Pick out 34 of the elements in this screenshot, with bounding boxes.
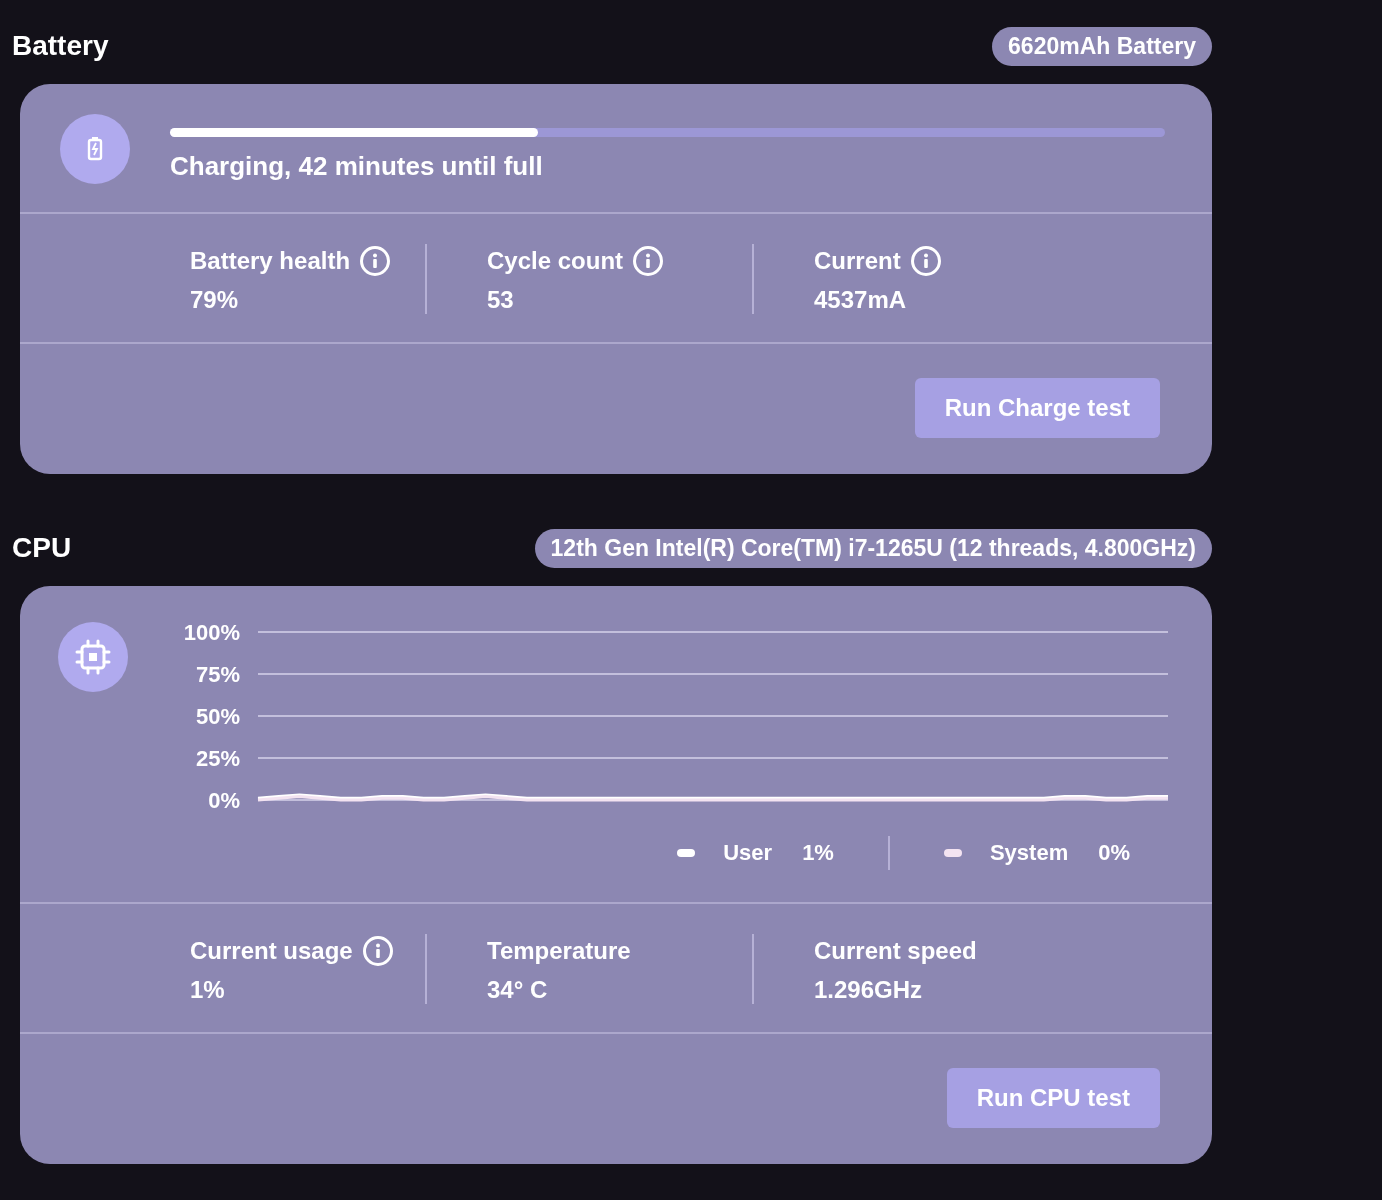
stat-label: Temperature <box>487 937 631 965</box>
info-icon[interactable] <box>910 246 941 276</box>
info-icon[interactable] <box>633 246 664 276</box>
run-test-button[interactable]: Run Charge test <box>914 378 1160 438</box>
info-chip: 6620mAh Battery <box>992 26 1212 66</box>
y-axis-label: 50% <box>195 704 240 729</box>
stat-label: Current usage <box>190 937 353 965</box>
run-test-button[interactable]: Run CPU test <box>946 1068 1160 1128</box>
stat-value: 4537mA <box>814 286 908 314</box>
section-title: Battery <box>12 30 109 62</box>
battery-icon <box>60 114 130 184</box>
stat-label: Current <box>814 247 901 275</box>
section-title: CPU <box>12 532 72 564</box>
chip-icon <box>58 622 128 692</box>
charge-status: Charging, 42 minutes until full <box>170 151 544 182</box>
y-axis-label: 75% <box>195 662 240 687</box>
stat-label: Battery health <box>190 247 351 275</box>
legend-label: System <box>989 840 1069 866</box>
stat-value: 1% <box>190 976 226 1004</box>
info-chip: 12th Gen Intel(R) Core(TM) i7-1265U (12 threads, 4.800GHz) <box>534 528 1212 568</box>
stat-label: Cycle count <box>487 247 624 275</box>
legend-label: User <box>723 840 773 866</box>
y-axis-label: 0% <box>208 788 240 812</box>
legend-value: 1% <box>802 840 834 866</box>
legend-value: 0% <box>1098 840 1130 866</box>
stat-value: 53 <box>487 286 515 314</box>
stat-value: 34° C <box>487 976 549 1004</box>
stat-label: Current speed <box>814 937 977 965</box>
y-axis-label: 25% <box>195 746 240 771</box>
info-icon[interactable] <box>360 246 391 276</box>
stat-value: 79% <box>190 286 240 314</box>
stat-value: 1.296GHz <box>814 976 924 1004</box>
y-axis-label: 100% <box>183 622 240 645</box>
info-icon[interactable] <box>362 936 393 966</box>
